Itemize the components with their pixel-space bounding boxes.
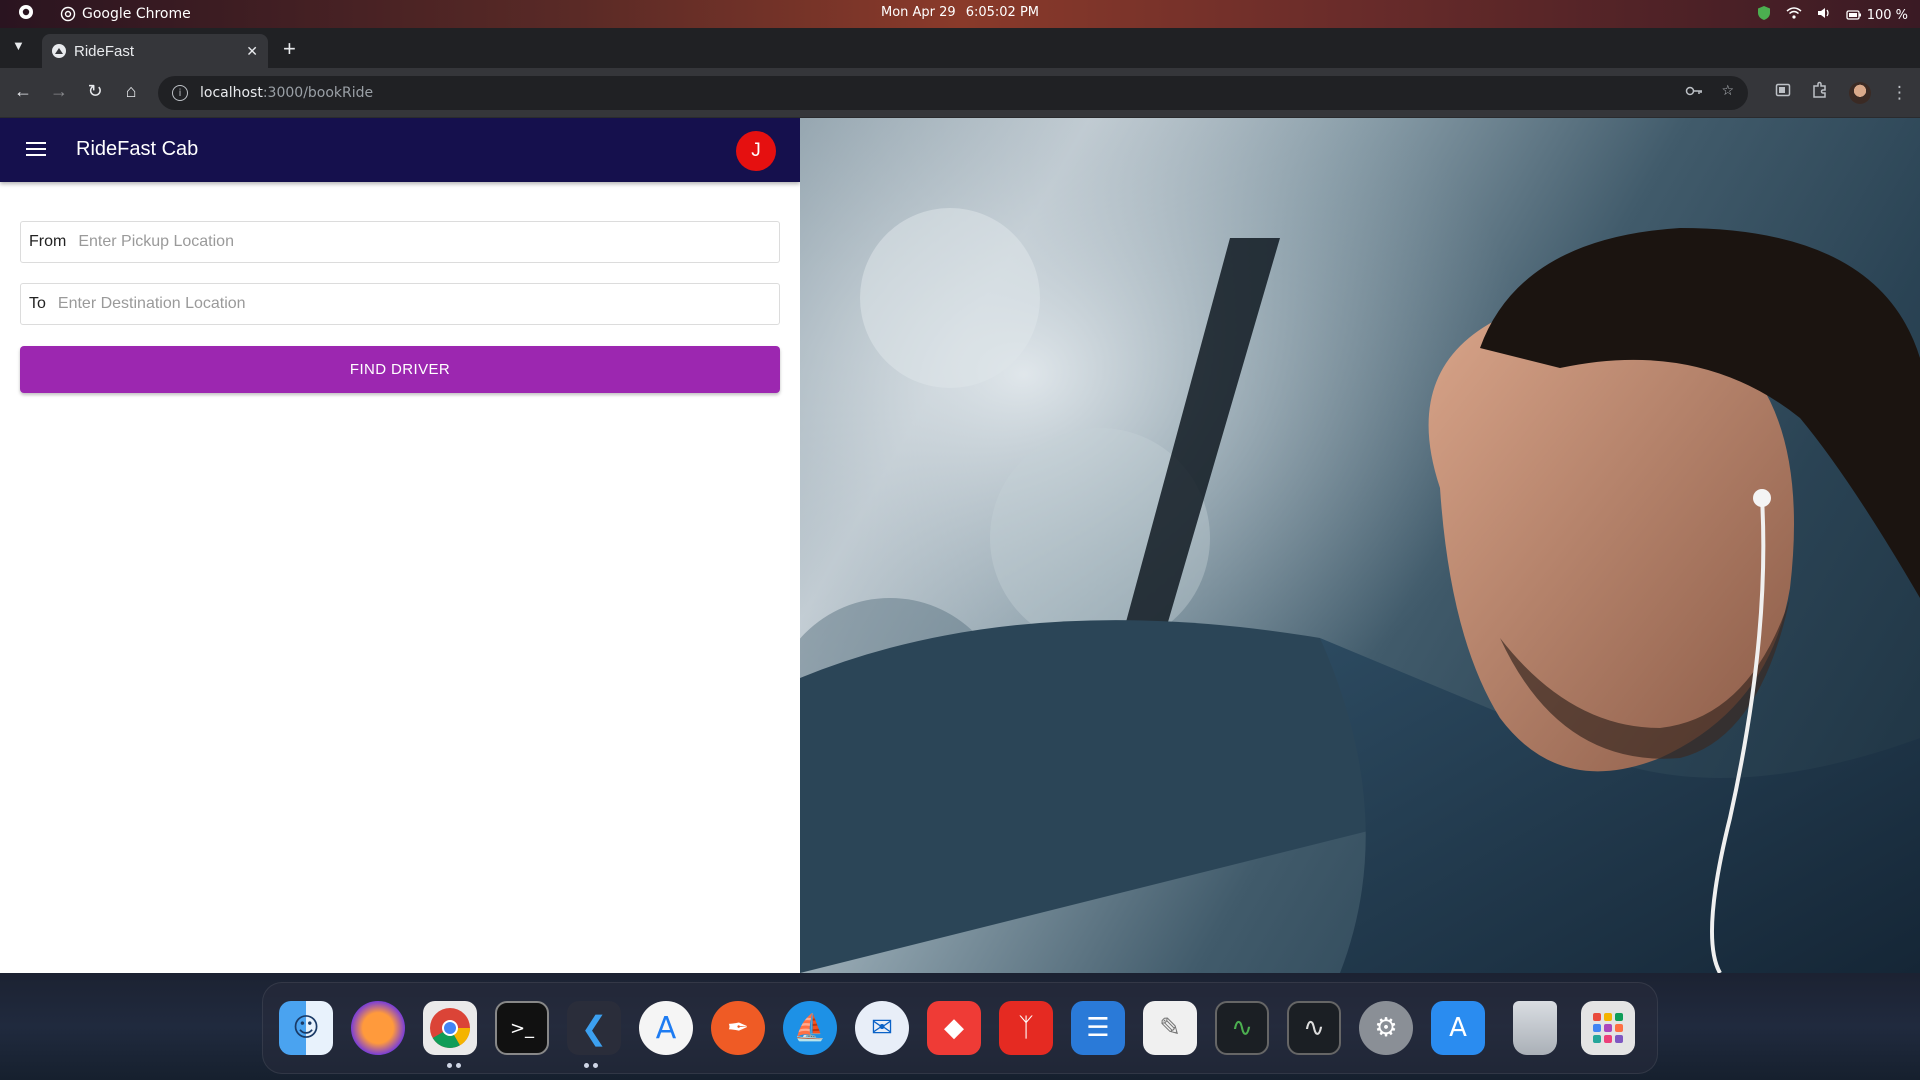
address-bar[interactable]: i localhost:3000/bookRide ☆ (158, 76, 1748, 110)
back-icon[interactable]: ← (12, 81, 34, 102)
vscode-icon[interactable]: ❮ (567, 1001, 621, 1055)
chrome-running-indicator (447, 1063, 452, 1068)
wifi-icon[interactable] (1786, 5, 1802, 25)
destination-input[interactable] (57, 295, 771, 313)
forward-icon[interactable]: → (48, 81, 70, 102)
from-label: From (29, 233, 67, 250)
clock[interactable]: Mon Apr 29 6:05:02 PM (0, 5, 1920, 20)
profile-avatar[interactable] (1849, 81, 1871, 104)
home-icon[interactable]: ⌂ (120, 81, 142, 102)
clock-date: Mon Apr 29 (880, 5, 956, 20)
settings-icon[interactable]: ⚙ (1359, 1001, 1413, 1055)
docker-icon[interactable]: ⛵ (783, 1001, 837, 1055)
clock-time: 6:05:02 PM (965, 5, 1040, 20)
reload-icon[interactable]: ↻ (84, 81, 106, 102)
dock: ☺ >_ ❮ A ✒ ⛵ ✉ ◆ ᛉ ☰ ✎ ∿ ∿ ⚙ A (262, 982, 1658, 1074)
acrobat-icon[interactable]: ᛉ (999, 1001, 1053, 1055)
site-info-icon[interactable]: i (172, 85, 188, 101)
destination-field: To (20, 283, 780, 325)
hero-image (800, 118, 1920, 973)
app-store-icon[interactable]: A (639, 1001, 693, 1055)
battery-icon (1846, 10, 1861, 20)
shield-icon[interactable] (1756, 5, 1772, 25)
firefox-icon[interactable] (351, 1001, 405, 1055)
notes-icon[interactable]: ✎ (1143, 1001, 1197, 1055)
app-bar: RideFast Cab J (0, 118, 800, 182)
anydesk-icon[interactable]: ◆ (927, 1001, 981, 1055)
finder-icon[interactable]: ☺ (279, 1001, 333, 1055)
tab-ridefast[interactable]: RideFast ✕ (42, 34, 268, 68)
driver-photo (800, 118, 1920, 973)
tab-strip: ▼ RideFast ✕ + (0, 28, 1920, 68)
battery-percent: 100 % (1866, 7, 1908, 23)
side-panel-icon[interactable] (1775, 82, 1791, 103)
os-top-bar: Google Chrome Mon Apr 29 6:05:02 PM 100 % (0, 0, 1920, 28)
menu-icon[interactable] (26, 139, 46, 161)
app-title: RideFast Cab (76, 138, 199, 160)
ridefast-favicon-icon (52, 44, 66, 58)
trash-icon[interactable] (1513, 1001, 1557, 1055)
kebab-menu-icon[interactable]: ⋮ (1891, 83, 1908, 103)
tab-search-chevron-icon[interactable]: ▼ (12, 38, 25, 53)
volume-icon[interactable] (1816, 5, 1832, 25)
postman-icon[interactable]: ✒ (711, 1001, 765, 1055)
vscode-running-indicator (584, 1063, 589, 1068)
pickup-field: From (20, 221, 780, 263)
text-editor-icon[interactable]: ☰ (1071, 1001, 1125, 1055)
page-viewport: RideFast Cab J From To FIND DRIVER (0, 118, 1920, 973)
pickup-input[interactable] (78, 233, 771, 251)
dock-area: ☺ >_ ❮ A ✒ ⛵ ✉ ◆ ᛉ ☰ ✎ ∿ ∿ ⚙ A (0, 973, 1920, 1080)
tab-close-icon[interactable]: ✕ (246, 43, 258, 60)
software-updater-icon[interactable]: A (1431, 1001, 1485, 1055)
browser-toolbar: ← → ↻ ⌂ i localhost:3000/bookRide ☆ ⋮ (0, 68, 1920, 118)
vscode-running-indicator (593, 1063, 598, 1068)
battery-indicator[interactable]: 100 % (1846, 7, 1908, 23)
terminal-icon[interactable]: >_ (495, 1001, 549, 1055)
chrome-icon[interactable] (423, 1001, 477, 1055)
thunderbird-icon[interactable]: ✉ (855, 1001, 909, 1055)
system-monitor-icon[interactable]: ∿ (1287, 1001, 1341, 1055)
extensions-icon[interactable] (1811, 81, 1829, 104)
new-tab-icon[interactable]: + (283, 36, 296, 62)
to-label: To (29, 295, 46, 312)
activity-monitor-icon[interactable]: ∿ (1215, 1001, 1269, 1055)
find-driver-button[interactable]: FIND DRIVER (20, 346, 780, 393)
app-grid-icon[interactable] (1581, 1001, 1635, 1055)
chrome-running-indicator (456, 1063, 461, 1068)
bookmark-star-icon[interactable]: ☆ (1721, 83, 1734, 103)
url-host: localhost (200, 85, 263, 101)
url-path: :3000/bookRide (262, 85, 374, 101)
booking-panel: RideFast Cab J From To FIND DRIVER (0, 118, 800, 973)
tab-title: RideFast (74, 42, 135, 60)
password-key-icon[interactable] (1685, 83, 1703, 103)
user-avatar[interactable]: J (736, 131, 776, 171)
